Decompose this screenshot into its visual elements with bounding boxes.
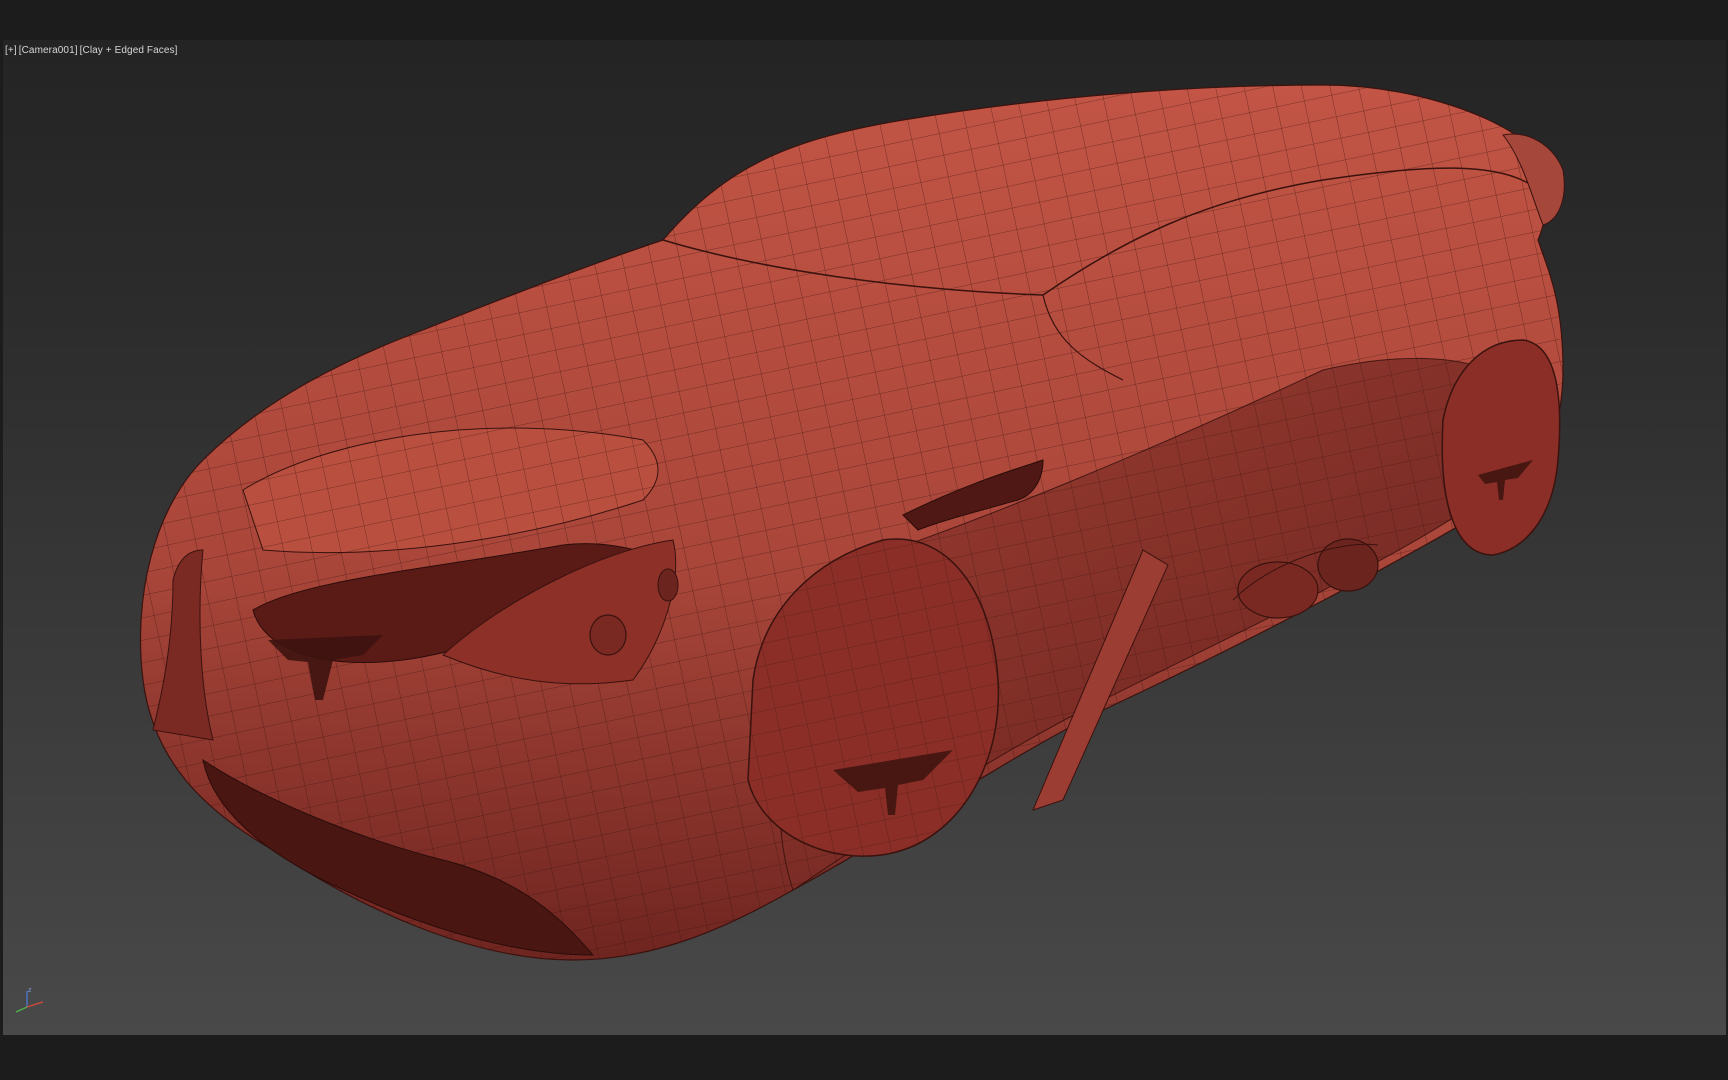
axis-z-label: z: [28, 987, 32, 994]
axis-gizmo: z: [11, 985, 47, 1020]
bottom-bar: [0, 1035, 1728, 1080]
car-model[interactable]: [3, 40, 1726, 1035]
top-bar: [0, 0, 1728, 40]
camera-viewport[interactable]: [+] [Camera001] [Clay + Edged Faces] z: [3, 40, 1726, 1035]
